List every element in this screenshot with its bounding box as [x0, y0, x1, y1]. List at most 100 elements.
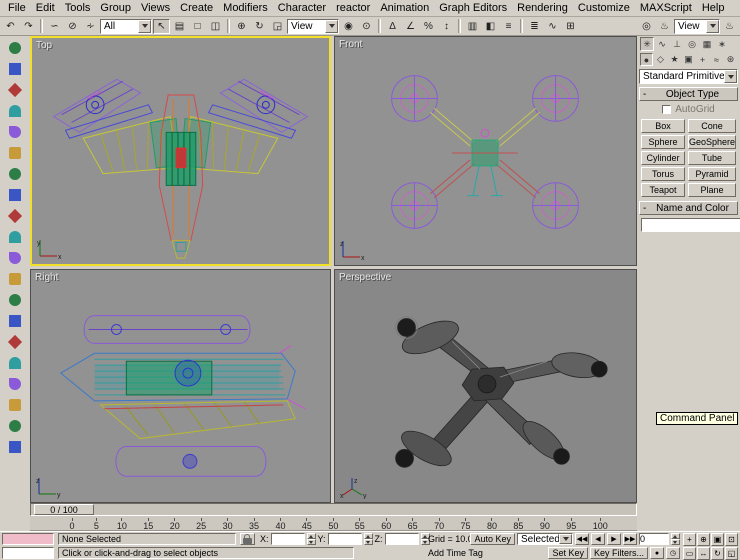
viewport-top-label[interactable]: Top	[36, 40, 52, 51]
plane-button[interactable]: Plane	[688, 183, 736, 197]
mirror-icon[interactable]: ◧	[482, 19, 499, 34]
menu-customize[interactable]: Customize	[573, 1, 635, 15]
align-icon[interactable]: ≡	[500, 19, 517, 34]
primitives-dropdown[interactable]: Standard Primitives	[639, 69, 738, 84]
menu-views[interactable]: Views	[136, 1, 175, 15]
material-editor-icon[interactable]: ◎	[638, 19, 655, 34]
spinner-snap-icon[interactable]: ↕	[438, 19, 455, 34]
menu-animation[interactable]: Animation	[375, 1, 434, 15]
viewport-perspective[interactable]: Perspective	[334, 269, 637, 503]
maxscript-mini-listener-macro[interactable]	[2, 533, 54, 545]
left-toolbar-button[interactable]	[3, 122, 27, 142]
utilities-tab-icon[interactable]: ∗	[715, 37, 729, 51]
menu-tools[interactable]: Tools	[60, 1, 96, 15]
left-toolbar-button[interactable]	[3, 80, 27, 100]
layer-manager-icon[interactable]: ≣	[526, 19, 543, 34]
region-select-icon[interactable]: □	[189, 19, 206, 34]
viewport-right[interactable]: Right	[30, 269, 331, 503]
autogrid-checkbox[interactable]	[662, 105, 671, 114]
unlink-icon[interactable]: ⊘	[64, 19, 81, 34]
chevron-down-icon[interactable]	[138, 20, 151, 33]
cameras-category-icon[interactable]: ▣	[682, 53, 695, 66]
left-toolbar-button[interactable]	[3, 164, 27, 184]
lights-category-icon[interactable]: ★	[668, 53, 681, 66]
cone-button[interactable]: Cone	[688, 119, 736, 133]
link-icon[interactable]: ∽	[46, 19, 63, 34]
menu-group[interactable]: Group	[95, 1, 136, 15]
helpers-category-icon[interactable]: +	[696, 53, 709, 66]
zoom-all-icon[interactable]: ⊕	[697, 533, 710, 546]
teapot-button[interactable]: Teapot	[641, 183, 685, 197]
use-pivot-center-icon[interactable]: ◉	[340, 19, 357, 34]
sphere-button[interactable]: Sphere	[641, 135, 685, 149]
window-crossing-icon[interactable]: ◫	[207, 19, 224, 34]
y-spinner[interactable]	[364, 533, 373, 545]
object-type-rollout[interactable]: - Object Type	[639, 87, 738, 101]
motion-tab-icon[interactable]: ◎	[685, 37, 699, 51]
viewport-perspective-label[interactable]: Perspective	[339, 272, 391, 283]
auto-key-button[interactable]: Auto Key	[470, 533, 515, 545]
left-toolbar-button[interactable]	[3, 59, 27, 79]
selection-lock-icon[interactable]	[240, 533, 255, 545]
menu-rendering[interactable]: Rendering	[512, 1, 573, 15]
menu-graph-editors[interactable]: Graph Editors	[434, 1, 512, 15]
systems-category-icon[interactable]: ⊛	[724, 53, 737, 66]
current-frame-field[interactable]	[639, 533, 669, 545]
left-toolbar-button[interactable]	[3, 101, 27, 121]
left-toolbar-button[interactable]	[3, 353, 27, 373]
left-toolbar-button[interactable]	[3, 311, 27, 331]
left-toolbar-button[interactable]	[3, 437, 27, 457]
region-zoom-icon[interactable]: ▭	[683, 547, 696, 560]
pyramid-button[interactable]: Pyramid	[688, 167, 736, 181]
viewport-front[interactable]: Front	[334, 36, 637, 266]
add-time-tag-button[interactable]: Add Time Tag	[428, 548, 483, 558]
arc-rotate-icon[interactable]: ↻	[711, 547, 724, 560]
selection-filter-dropdown[interactable]: All	[100, 19, 152, 34]
select-object-icon[interactable]: ↖	[153, 19, 170, 34]
key-filters-button[interactable]: Key Filters...	[590, 547, 648, 559]
quick-render-icon[interactable]: ♨	[721, 19, 738, 34]
z-coordinate-field[interactable]	[385, 533, 419, 545]
box-button[interactable]: Box	[641, 119, 685, 133]
named-selection-sets-icon[interactable]: ▥	[464, 19, 481, 34]
render-type-dropdown[interactable]: View	[674, 19, 720, 34]
cylinder-button[interactable]: Cylinder	[641, 151, 685, 165]
shapes-category-icon[interactable]: ◇	[654, 53, 667, 66]
left-toolbar-button[interactable]	[3, 206, 27, 226]
torus-button[interactable]: Torus	[641, 167, 685, 181]
tube-button[interactable]: Tube	[688, 151, 736, 165]
left-toolbar-button[interactable]	[3, 269, 27, 289]
chevron-down-icon[interactable]	[325, 20, 338, 33]
geometry-category-icon[interactable]: ●	[640, 53, 653, 66]
frame-spinner[interactable]	[671, 533, 680, 545]
angle-snap-icon[interactable]: ∠	[402, 19, 419, 34]
menu-create[interactable]: Create	[175, 1, 218, 15]
render-scene-icon[interactable]: ♨	[656, 19, 673, 34]
display-tab-icon[interactable]: ▦	[700, 37, 714, 51]
left-toolbar-button[interactable]	[3, 38, 27, 58]
geosphere-button[interactable]: GeoSphere	[688, 135, 736, 149]
move-icon[interactable]: ⊕	[233, 19, 250, 34]
viewport-front-label[interactable]: Front	[339, 39, 362, 50]
left-toolbar-button[interactable]	[3, 248, 27, 268]
chevron-down-icon[interactable]	[559, 534, 572, 544]
percent-snap-icon[interactable]: %	[420, 19, 437, 34]
x-coordinate-field[interactable]	[271, 533, 305, 545]
zoom-extents-icon[interactable]: ▣	[711, 533, 724, 546]
time-slider-handle[interactable]: 0 / 100	[34, 504, 94, 515]
time-slider-track[interactable]: 0 / 100	[30, 503, 637, 516]
previous-frame-icon[interactable]: ◀	[591, 533, 605, 545]
name-color-rollout[interactable]: - Name and Color	[639, 201, 738, 215]
scale-icon[interactable]: ◲	[269, 19, 286, 34]
select-by-name-icon[interactable]: ▤	[171, 19, 188, 34]
snap-toggle-icon[interactable]: ∆	[384, 19, 401, 34]
menu-help[interactable]: Help	[697, 1, 730, 15]
x-spinner[interactable]	[307, 533, 316, 545]
min-max-toggle-icon[interactable]: ◱	[725, 547, 738, 560]
zoom-icon[interactable]: +	[683, 533, 696, 546]
set-key-button[interactable]: Set Key	[548, 547, 588, 559]
modify-tab-icon[interactable]: ∿	[655, 37, 669, 51]
left-toolbar-button[interactable]	[3, 143, 27, 163]
menu-file[interactable]: File	[3, 1, 31, 15]
select-manipulate-icon[interactable]: ⊙	[358, 19, 375, 34]
